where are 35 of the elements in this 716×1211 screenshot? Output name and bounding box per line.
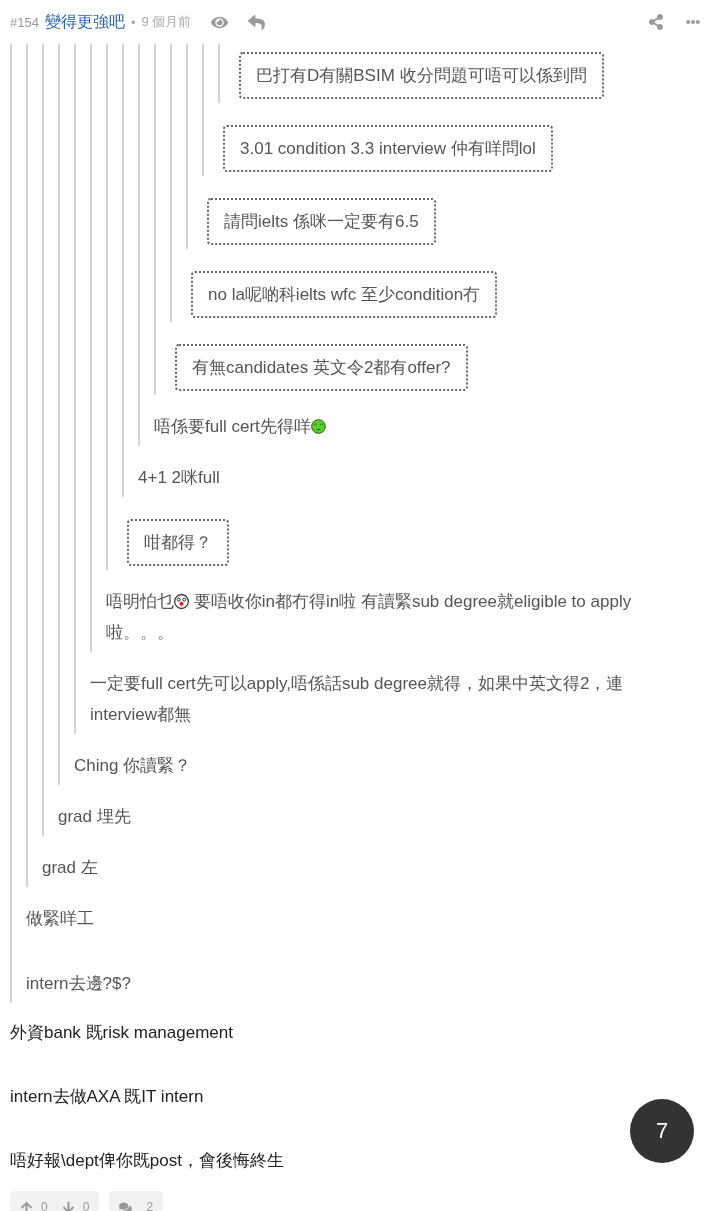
quote-text: 4+1 2咪full bbox=[138, 467, 221, 489]
quote-text-box: 3.01 condition 3.3 interview 仲有咩問lol bbox=[223, 125, 553, 172]
post-text: 唔好報\dept俾你既post，會後悔終生 bbox=[10, 1150, 285, 1172]
post-text: intern去做AXA 既IT intern bbox=[10, 1086, 205, 1108]
quote-text: 唔係要full cert先得咩 bbox=[154, 417, 311, 436]
quote-text-box: 請問ielts 係咪一定要有6.5 bbox=[207, 198, 436, 245]
dizzy-face-icon bbox=[174, 594, 189, 609]
quote-text: 要唔收你in都冇得in啦 有讀緊sub degree就eligible to apply bbox=[192, 592, 632, 611]
quote-text: Ching 你讀緊？ bbox=[74, 755, 193, 777]
quote-text: grad 左 bbox=[42, 857, 99, 879]
post-time: 9 個月前 bbox=[141, 13, 192, 31]
quote-text: 啦。。。 bbox=[106, 623, 174, 642]
reply-icon[interactable] bbox=[248, 13, 266, 31]
share-icon[interactable] bbox=[648, 14, 664, 30]
separator-dot: • bbox=[130, 14, 136, 30]
quote-text-box: 巴打有D有關BSIM 收分問題可唔可以係到問 bbox=[239, 52, 604, 99]
quote-text: 唔明怕乜 bbox=[106, 592, 174, 611]
quote-text: 一定要full cert先可以apply,唔係話sub degree就得，如果中英文得2，連interview都無 bbox=[90, 673, 625, 726]
downvote-icon[interactable] bbox=[61, 1200, 75, 1211]
comments-icon bbox=[119, 1200, 133, 1211]
post-number: #154 bbox=[10, 14, 39, 30]
quote-text: 做緊咩工 bbox=[26, 908, 95, 930]
confused-face-icon bbox=[310, 419, 326, 434]
comment-count: 2 bbox=[146, 1200, 154, 1211]
page-badge[interactable]: 7 bbox=[630, 1099, 694, 1163]
quote-text-box: 咁都得？ bbox=[127, 519, 229, 566]
quote-text: grad 埋先 bbox=[58, 806, 132, 828]
upvote-count: 0 bbox=[41, 1200, 48, 1211]
quote-text-box: 有無candidates 英文令2都有offer? bbox=[175, 344, 468, 391]
quote-text-box: no la呢啲科ielts wfc 至少condition冇 bbox=[191, 271, 498, 318]
quote-text: intern去邊?$? bbox=[26, 973, 132, 995]
author-link[interactable]: 變得更強吧 bbox=[44, 11, 125, 33]
post-text: 外資bank 既risk management bbox=[10, 1022, 234, 1044]
upvote-icon[interactable] bbox=[20, 1200, 33, 1211]
downvote-count: 0 bbox=[82, 1200, 90, 1211]
